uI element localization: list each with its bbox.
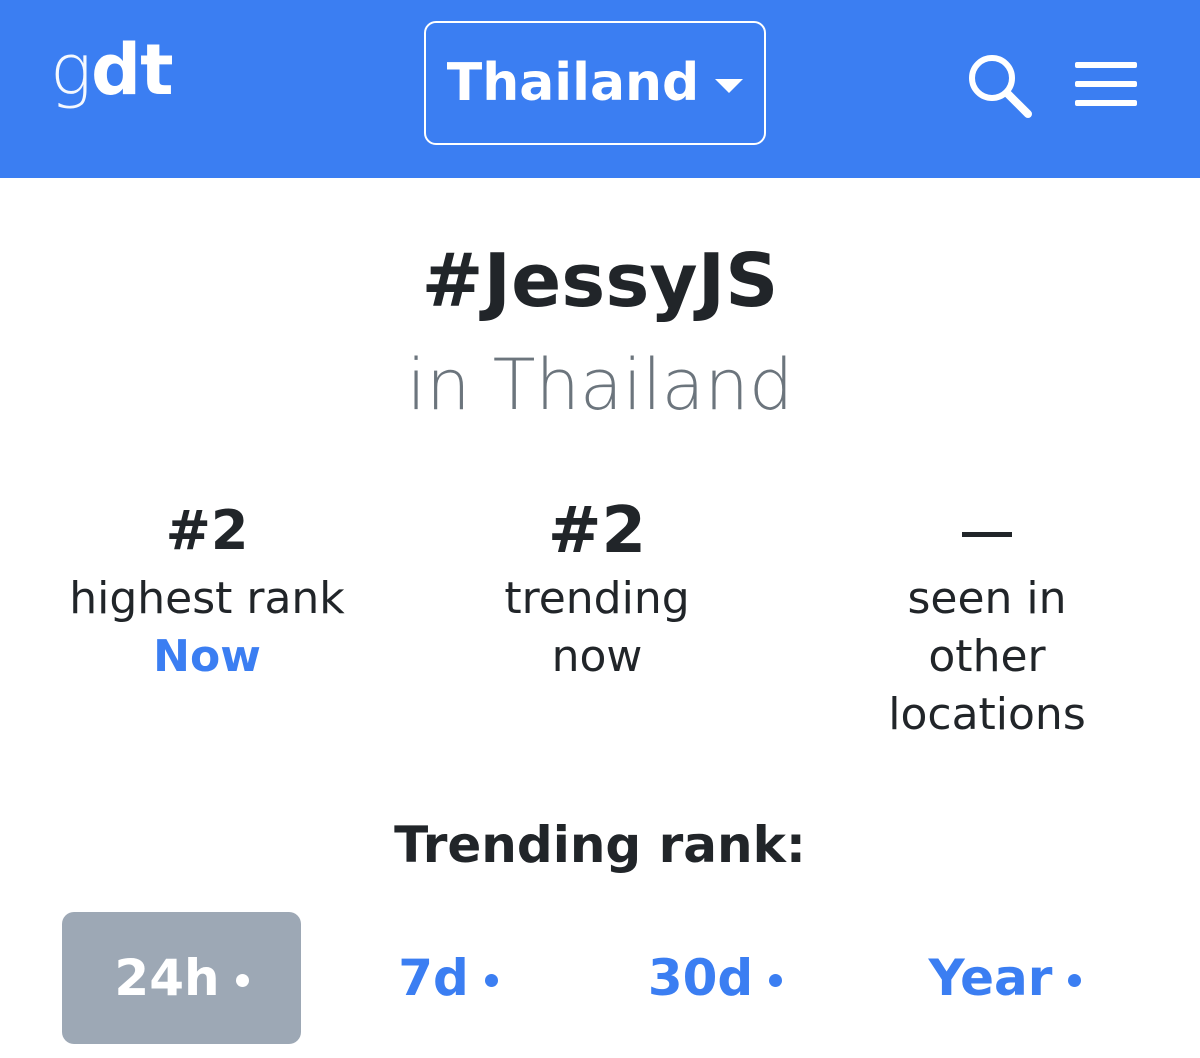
time-range-tabs: 24h 7d 30d Year	[0, 912, 1200, 1044]
tab-30d[interactable]: 30d	[620, 912, 810, 1044]
trending-now-label: trending now	[504, 573, 690, 682]
highest-rank-label: highest rank	[69, 573, 345, 624]
tab-label: Year	[928, 949, 1053, 1007]
stat-other-locations: seen in other locations	[792, 492, 1182, 744]
other-locations-label: seen in other locations	[888, 573, 1086, 740]
highest-rank-time-link[interactable]: Now	[12, 628, 402, 686]
search-button[interactable]	[962, 48, 1038, 124]
country-label: Thailand	[446, 53, 700, 113]
tab-24h[interactable]: 24h	[62, 912, 301, 1044]
hamburger-menu-icon	[1075, 100, 1137, 106]
trending-now-value: #2	[547, 494, 647, 568]
dot-icon	[484, 973, 498, 987]
caret-down-icon	[715, 79, 744, 93]
logo-g: g	[50, 29, 92, 111]
stat-highest-rank: #2 highest rank Now	[12, 492, 402, 686]
hamburger-menu-button[interactable]	[1070, 56, 1140, 112]
hashtag-title: #JessyJS	[421, 238, 779, 324]
location-subtitle: in Thailand	[406, 344, 794, 426]
other-locations-value	[792, 492, 1182, 570]
hamburger-menu-icon	[1075, 62, 1137, 68]
search-icon	[969, 55, 1032, 118]
hamburger-menu-icon	[1075, 81, 1137, 87]
stat-trending-now: #2 trending now	[402, 492, 792, 686]
highest-rank-value: #2	[165, 499, 249, 562]
dash-icon	[962, 531, 1012, 537]
tab-7d[interactable]: 7d	[360, 912, 536, 1044]
trending-rank-heading: Trending rank:	[394, 816, 806, 874]
tab-year[interactable]: Year	[900, 912, 1110, 1044]
tab-label: 24h	[114, 949, 220, 1007]
tab-label: 7d	[398, 949, 469, 1007]
country-select-button[interactable]: Thailand	[424, 21, 766, 145]
tab-label: 30d	[647, 949, 754, 1007]
dot-icon	[1068, 973, 1082, 987]
top-navbar: gdt Thailand	[0, 0, 1200, 178]
dot-icon	[235, 973, 249, 987]
dot-icon	[769, 973, 783, 987]
gdt-logo[interactable]: gdt	[50, 29, 174, 111]
logo-dt: dt	[91, 29, 174, 111]
